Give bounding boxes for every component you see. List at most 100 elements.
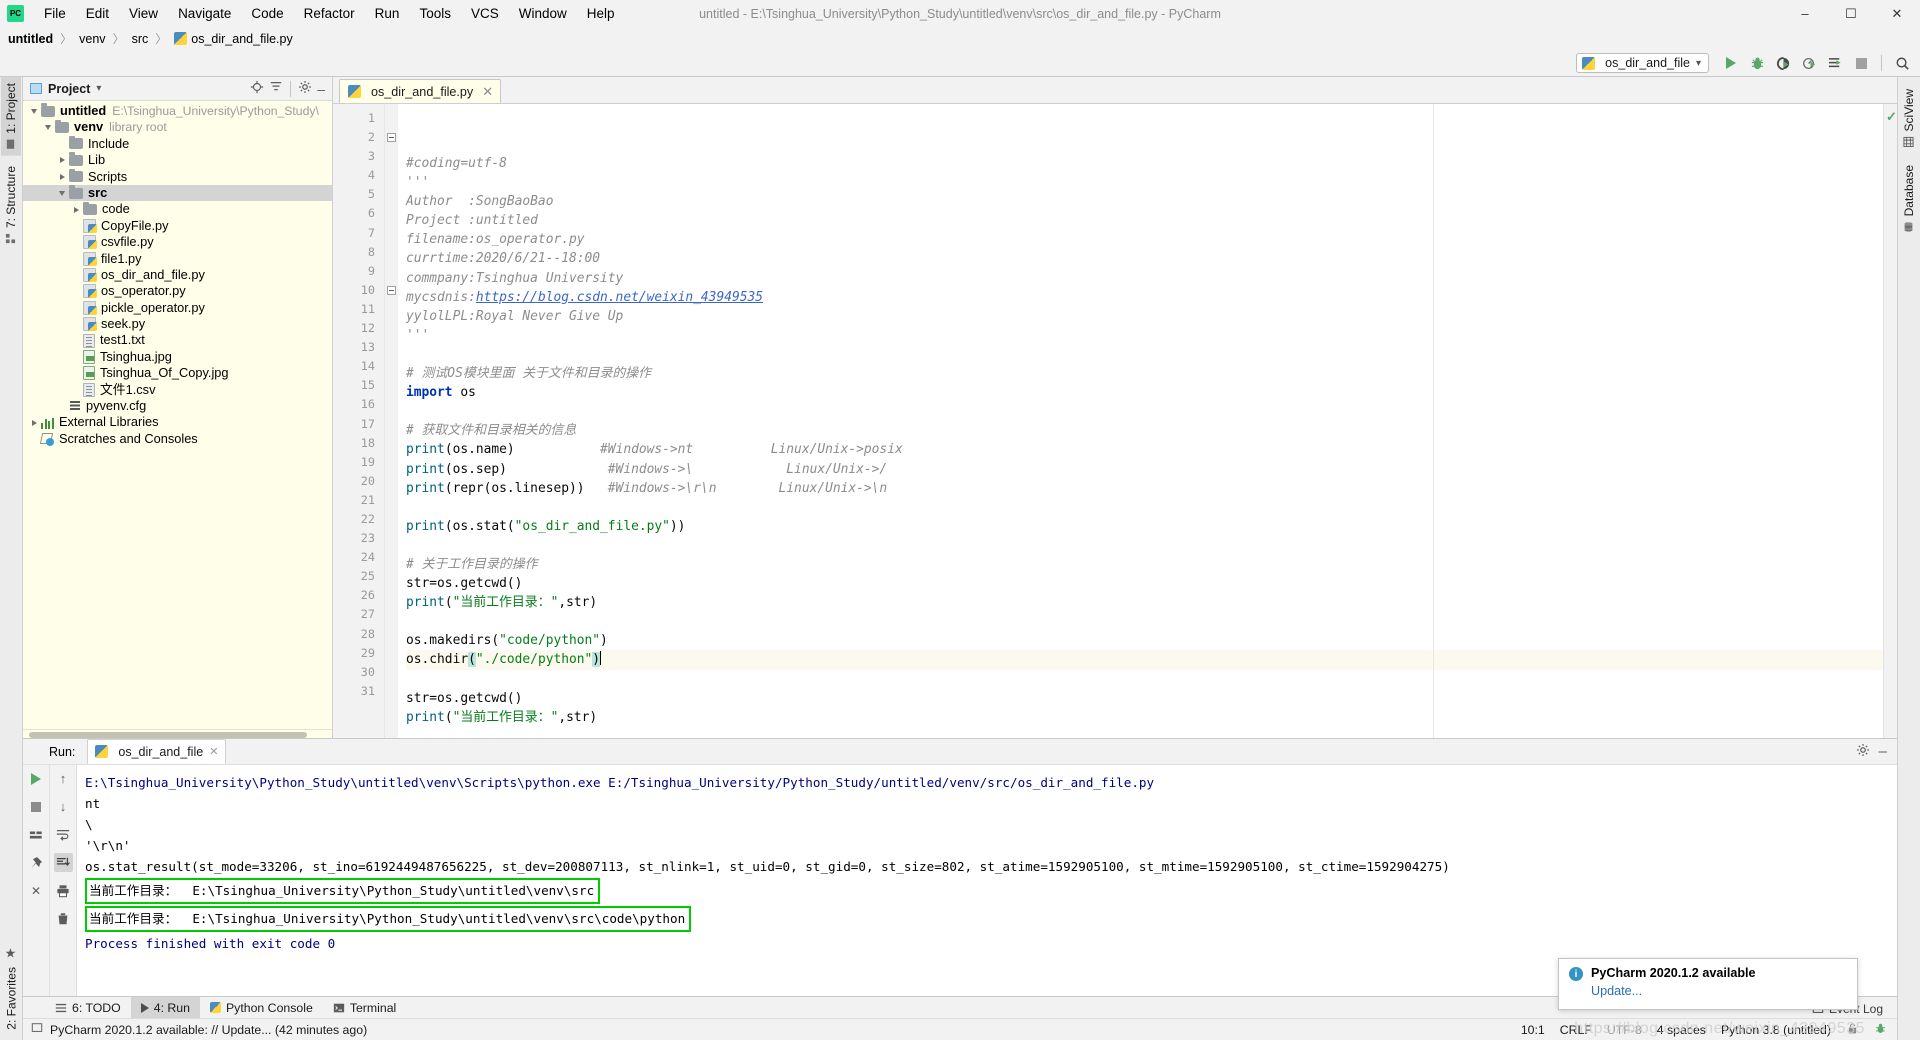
code-line[interactable] xyxy=(406,727,1883,738)
minimize-button[interactable]: – xyxy=(1782,0,1828,27)
code-line[interactable]: print(repr(os.linesep)) #Windows->\r\n L… xyxy=(406,479,1883,498)
run-tab-os-dir-and-file[interactable]: os_dir_and_file ✕ xyxy=(87,739,227,764)
soft-wrap-icon[interactable] xyxy=(54,825,73,844)
close-run-icon[interactable]: ✕ xyxy=(27,881,46,900)
run-with-console-icon[interactable] xyxy=(1823,52,1847,74)
caret-position[interactable]: 10:1 xyxy=(1521,1023,1545,1037)
editor-inspection-rail[interactable]: ✓ xyxy=(1883,104,1897,738)
code-line[interactable]: #coding=utf-8 xyxy=(406,154,1883,173)
tree-item-lib[interactable]: Lib xyxy=(23,152,332,168)
sidebar-item-favorites[interactable]: 2: Favorites ★ xyxy=(1,941,22,1036)
code-line[interactable]: # 获取文件和目录相关的信息 xyxy=(406,421,1883,440)
restore-layout-icon[interactable] xyxy=(27,825,46,844)
up-arrow-icon[interactable]: ↑ xyxy=(54,769,73,788)
menu-item-tools[interactable]: Tools xyxy=(409,3,461,24)
code-line[interactable]: import os xyxy=(406,383,1883,402)
code-folding-column[interactable] xyxy=(385,104,398,738)
project-tree[interactable]: untitled E:\Tsinghua_University\Python_St… xyxy=(23,101,332,729)
maximize-button[interactable]: ☐ xyxy=(1828,0,1874,27)
hide-panel-icon[interactable]: – xyxy=(317,82,325,96)
project-panel-caret-icon[interactable]: ▾ xyxy=(96,83,101,94)
tree-item-test1-txt[interactable]: test1.txt xyxy=(23,332,332,348)
code-line[interactable]: currtime:2020/6/21--18:00 xyxy=(406,249,1883,268)
code-fold-marker[interactable] xyxy=(387,133,396,143)
gear-icon[interactable] xyxy=(298,80,312,97)
down-arrow-icon[interactable]: ↓ xyxy=(54,797,73,816)
bug-icon[interactable] xyxy=(1874,1022,1887,1038)
code-line[interactable] xyxy=(406,612,1883,631)
scrollbar-thumb[interactable] xyxy=(29,732,307,738)
chevron-down-icon[interactable]: ▾ xyxy=(1696,58,1701,69)
menu-item-window[interactable]: Window xyxy=(509,3,577,24)
menu-item-refactor[interactable]: Refactor xyxy=(294,3,365,24)
bottom-tab-terminal[interactable]: Terminal xyxy=(323,997,406,1018)
tree-item-copyfile-py[interactable]: CopyFile.py xyxy=(23,218,332,234)
tree-item-venv[interactable]: venv library root xyxy=(23,119,332,135)
menu-item-file[interactable]: File xyxy=(34,3,76,24)
code-fold-marker[interactable] xyxy=(387,285,396,295)
sidebar-item-structure[interactable]: 7: Structure xyxy=(1,160,21,250)
minimize-icon[interactable]: – xyxy=(1879,744,1887,759)
code-line[interactable]: print("当前工作目录：",str) xyxy=(406,708,1883,727)
sidebar-item-sciview[interactable]: SciView xyxy=(1899,83,1919,153)
rerun-icon[interactable] xyxy=(27,769,46,788)
print-icon[interactable] xyxy=(54,881,73,900)
menu-item-run[interactable]: Run xyxy=(365,3,410,24)
tree-item-pyvenv-cfg[interactable]: pyvenv.cfg xyxy=(23,398,332,414)
bottom-tab-python-console[interactable]: Python Console xyxy=(200,997,323,1018)
tree-item-seek-py[interactable]: seek.py xyxy=(23,316,332,332)
code-line[interactable]: ''' xyxy=(406,173,1883,192)
gear-icon[interactable] xyxy=(1856,743,1870,760)
code-line[interactable]: str=os.getcwd() xyxy=(406,574,1883,593)
code-line[interactable]: str=os.getcwd() xyxy=(406,689,1883,708)
lock-icon[interactable] xyxy=(1846,1022,1859,1038)
code-line[interactable]: Project :untitled xyxy=(406,211,1883,230)
menu-item-help[interactable]: Help xyxy=(577,3,625,24)
breadcrumb-src[interactable]: src xyxy=(132,32,149,46)
menu-item-vcs[interactable]: VCS xyxy=(461,3,509,24)
tree-item-tsinghua-of-copy-jpg[interactable]: Tsinghua_Of_Copy.jpg xyxy=(23,365,332,381)
chevron-right-icon[interactable] xyxy=(27,419,41,426)
sidebar-item-database[interactable]: Database xyxy=(1899,159,1919,238)
tree-item-csvfile-py[interactable]: csvfile.py xyxy=(23,234,332,250)
clear-all-icon[interactable] xyxy=(54,909,73,928)
code-line[interactable] xyxy=(406,536,1883,555)
code-line[interactable] xyxy=(406,345,1883,364)
close-button[interactable]: ✕ xyxy=(1874,0,1920,27)
code-line[interactable]: print(os.name) #Windows->nt Linux/Unix->… xyxy=(406,440,1883,459)
notification-popup[interactable]: i PyCharm 2020.1.2 available Update... xyxy=(1558,958,1858,1010)
indent-setting[interactable]: 4 spaces xyxy=(1657,1023,1706,1037)
status-message[interactable]: PyCharm 2020.1.2 available: // Update...… xyxy=(50,1023,367,1037)
close-tab-icon[interactable]: ✕ xyxy=(482,84,493,100)
scroll-to-end-icon[interactable] xyxy=(53,853,73,872)
sidebar-item-project[interactable]: 1: Project xyxy=(1,77,21,156)
run-coverage-icon[interactable] xyxy=(1771,52,1795,74)
code-line[interactable]: mycsdnis:https://blog.csdn.net/weixin_43… xyxy=(406,288,1883,307)
code-content[interactable]: #coding=utf-8 ''' Author :SongBaoBao Projec… xyxy=(398,104,1883,738)
tree-item-code[interactable]: code xyxy=(23,201,332,217)
chevron-right-icon[interactable] xyxy=(69,206,83,213)
tree-item-scratches-and-consoles[interactable]: Scratches and Consoles xyxy=(23,431,332,447)
tree-item-tsinghua-jpg[interactable]: Tsinghua.jpg xyxy=(23,349,332,365)
stop-process-icon[interactable] xyxy=(27,797,46,816)
project-horizontal-scrollbar[interactable] xyxy=(23,729,332,738)
code-line[interactable] xyxy=(406,670,1883,689)
code-line[interactable] xyxy=(406,498,1883,517)
tree-item-include[interactable]: Include xyxy=(23,136,332,152)
debug-icon[interactable] xyxy=(1745,52,1769,74)
code-line[interactable]: filename:os_operator.py xyxy=(406,230,1883,249)
file-encoding[interactable]: UTF-8 xyxy=(1607,1023,1642,1037)
chevron-right-icon[interactable] xyxy=(55,173,69,180)
profile-icon[interactable] xyxy=(1797,52,1821,74)
menu-item-edit[interactable]: Edit xyxy=(76,3,119,24)
code-line[interactable] xyxy=(406,402,1883,421)
tree-item--1-csv[interactable]: 文件1.csv xyxy=(23,382,332,398)
python-interpreter[interactable]: Python 3.8 (untitled) xyxy=(1721,1023,1831,1037)
stop-icon[interactable] xyxy=(1849,52,1873,74)
code-line[interactable]: # 测试OS模块里面 关于文件和目录的操作 xyxy=(406,364,1883,383)
tree-item-untitled[interactable]: untitled E:\Tsinghua_University\Python_St… xyxy=(23,103,332,119)
chevron-down-icon[interactable] xyxy=(55,190,69,196)
tree-item-file1-py[interactable]: file1.py xyxy=(23,251,332,267)
chevron-right-icon[interactable] xyxy=(55,157,69,164)
editor-tab-os-dir-and-file[interactable]: os_dir_and_file.py ✕ xyxy=(339,79,502,103)
